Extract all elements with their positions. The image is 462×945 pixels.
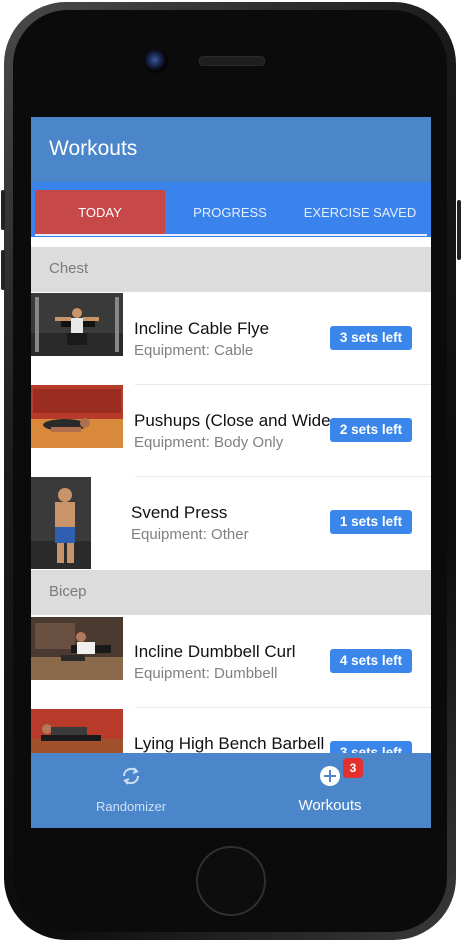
exercise-equipment: Equipment: Other: [131, 526, 249, 543]
row-divider: [135, 384, 431, 385]
exercise-thumbnail: [31, 293, 123, 356]
exercise-row[interactable]: Pushups (Close and Wide Equipment: Body …: [31, 384, 431, 476]
exercise-name: Incline Dumbbell Curl: [134, 642, 296, 661]
sets-left-badge: 1 sets left: [330, 510, 412, 534]
tab-bar: TODAY PROGRESS EXERCISE SAVED: [31, 182, 431, 237]
refresh-icon: [120, 765, 142, 787]
exercise-equipment: Equipment: Dumbbell: [134, 665, 278, 682]
nav-label: Workouts: [298, 797, 362, 814]
exercise-row[interactable]: Incline Dumbbell Curl Equipment: Dumbbel…: [31, 615, 431, 707]
exercise-name: Svend Press: [131, 503, 228, 522]
sets-left-badge: 2 sets left: [330, 418, 412, 442]
power-button: [457, 200, 461, 260]
tab-today[interactable]: TODAY: [35, 190, 165, 236]
sets-left-badge: 3 sets left: [330, 326, 412, 350]
app-screen: Workouts TODAY PROGRESS EXERCISE SAVED C…: [31, 117, 431, 828]
exercise-equipment: Equipment: Cable: [134, 342, 254, 359]
exercise-row[interactable]: Svend Press Equipment: Other 1 sets left: [31, 476, 431, 569]
section-header-bicep: Bicep: [31, 570, 431, 615]
exercise-name: Pushups (Close and Wide: [134, 411, 330, 430]
volume-button: [1, 250, 5, 290]
tab-indicator: [35, 234, 427, 236]
exercise-equipment: Equipment: Body Only: [134, 434, 284, 451]
exercise-thumbnail: [31, 477, 91, 569]
section-title: Chest: [49, 260, 89, 277]
exercise-name: Incline Cable Flye: [134, 319, 270, 338]
nav-label: Randomizer: [95, 799, 167, 814]
exercise-thumbnail: [31, 617, 123, 680]
section-title: Bicep: [49, 583, 87, 600]
page-title: Workouts: [49, 137, 138, 160]
app-bar: Workouts: [31, 117, 431, 182]
exercise-thumbnail: [31, 385, 123, 448]
row-divider: [135, 707, 431, 708]
tab-exercise-saved[interactable]: EXERCISE SAVED: [295, 190, 425, 236]
sets-left-badge: 4 sets left: [330, 649, 412, 673]
home-button[interactable]: [196, 846, 266, 916]
tab-progress[interactable]: PROGRESS: [165, 190, 295, 236]
earpiece-speaker: [199, 56, 265, 66]
section-header-chest: Chest: [31, 247, 431, 292]
notification-badge: 3: [343, 758, 363, 778]
row-divider: [135, 476, 431, 477]
nav-workouts[interactable]: 3 Workouts: [270, 753, 390, 828]
nav-randomizer[interactable]: Randomizer: [71, 753, 191, 828]
volume-button: [1, 190, 5, 230]
bottom-navigation: Randomizer 3 Workouts: [31, 753, 431, 828]
exercise-row[interactable]: Incline Cable Flye Equipment: Cable 3 se…: [31, 292, 431, 384]
exercise-name: Lying High Bench Barbell: [134, 734, 325, 753]
add-circle-icon: [319, 765, 341, 787]
front-camera: [144, 49, 168, 73]
